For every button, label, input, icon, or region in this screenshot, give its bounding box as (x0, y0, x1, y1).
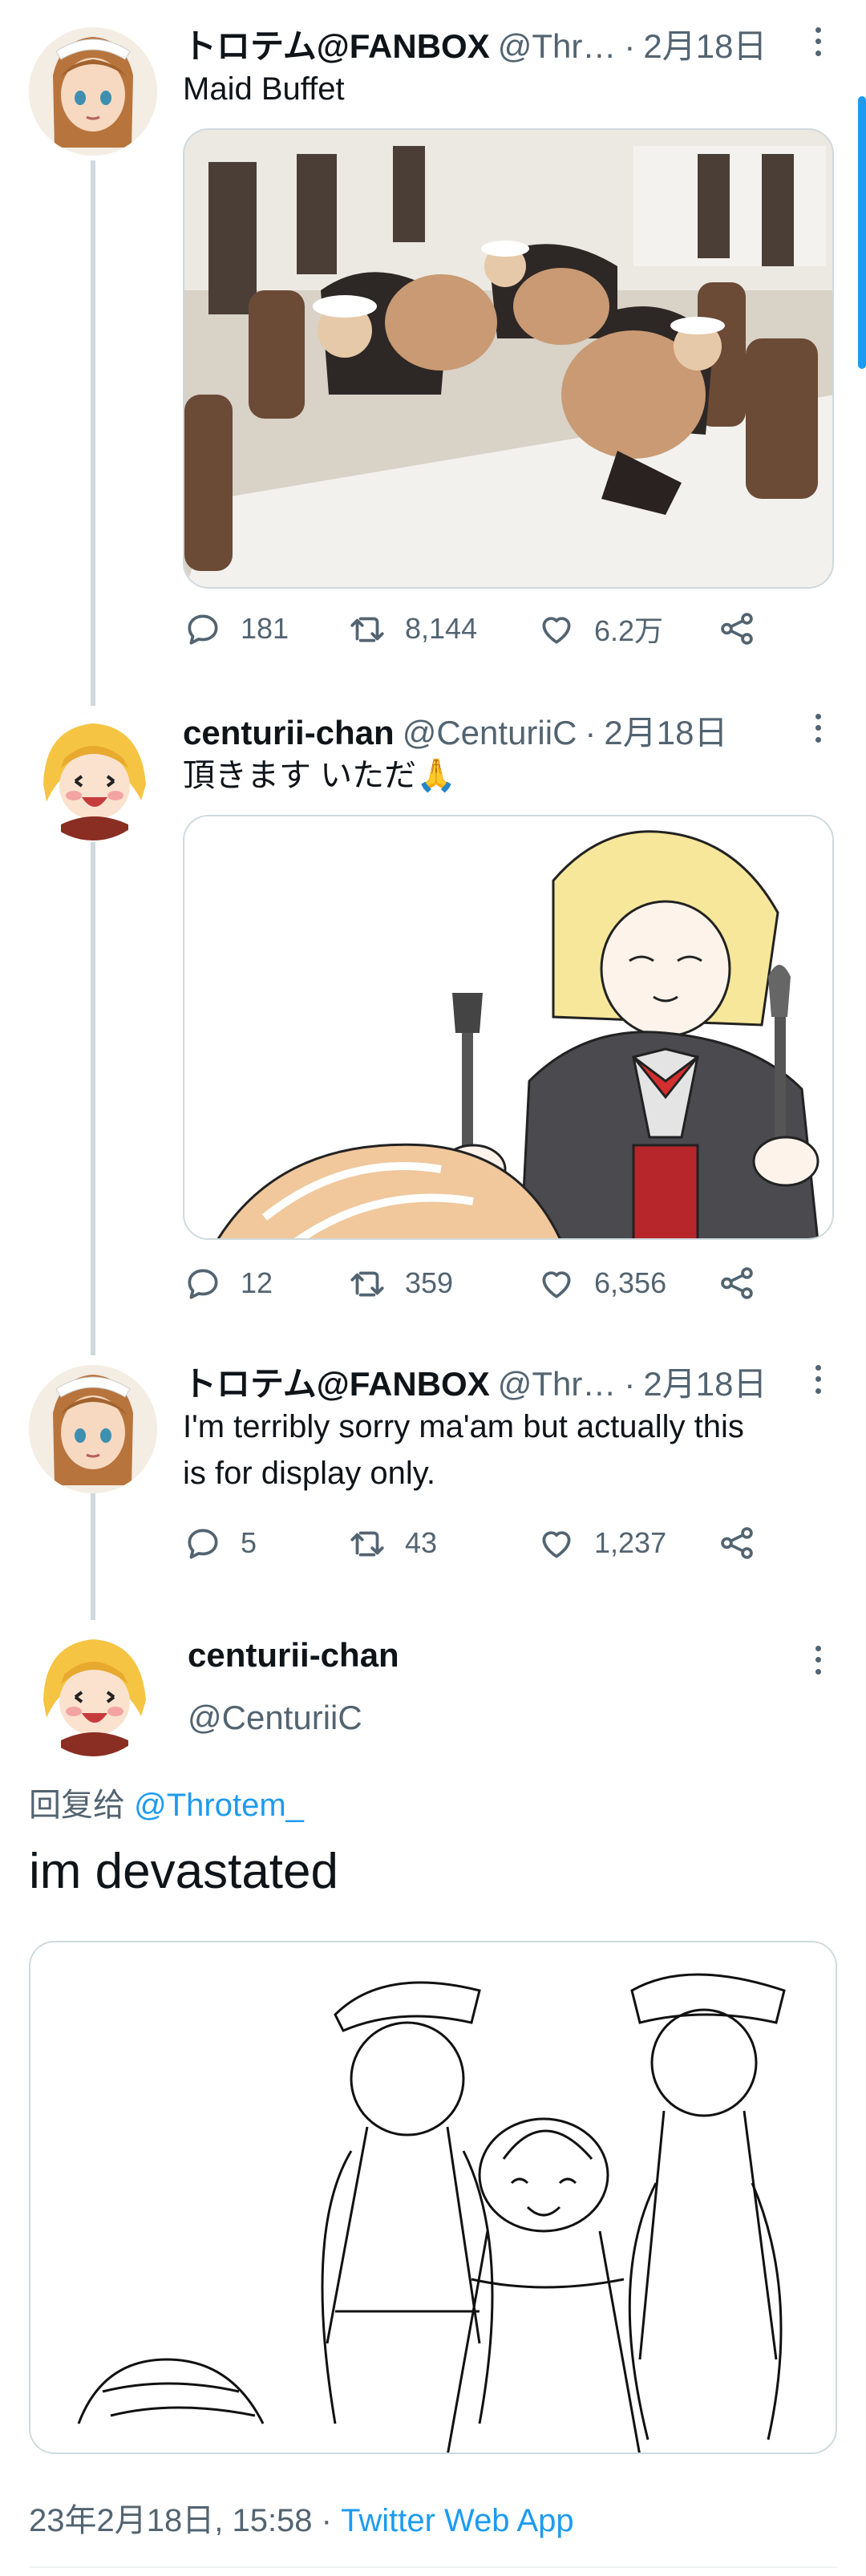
like-count: 6,356 (594, 1266, 667, 1299)
more-vertical-icon[interactable] (802, 1362, 834, 1397)
retweet-button[interactable]: 359 (347, 1263, 536, 1303)
separator-dot: · (624, 1365, 636, 1402)
thread-page: トロテム@FANBOX @Thr… · 2月18日 Maid Buffet 18… (0, 0, 866, 2576)
reply-count: 181 (241, 612, 289, 645)
separator-dot: · (585, 714, 597, 751)
tweet-actions: 12 359 6,356 (183, 1259, 834, 1307)
avatar[interactable] (29, 712, 157, 840)
retweet-icon (350, 1271, 384, 1297)
reply-icon (188, 614, 218, 645)
like-count: 6.2万 (594, 614, 664, 647)
heart-icon (542, 617, 571, 644)
separator-dot: · (624, 27, 636, 64)
user-handle[interactable]: @Thr… (498, 1365, 617, 1402)
divider (29, 2566, 837, 2568)
maid-buffet-illustration (184, 130, 832, 587)
heart-icon (542, 1531, 571, 1558)
heart-icon (542, 1271, 571, 1298)
thread-line (91, 160, 95, 706)
more-vertical-icon[interactable] (802, 24, 834, 59)
tweet-text: I'm terribly sorry ma'am but actually th… (183, 1403, 834, 1497)
more-vertical-icon[interactable] (802, 1642, 834, 1678)
tweet-text-line: is for display only. (183, 1456, 435, 1491)
tweet-text-line: I'm terribly sorry ma'am but actually th… (183, 1409, 744, 1444)
retweet-count: 359 (405, 1266, 454, 1299)
tweet-actions: 5 43 1,237 (183, 1519, 834, 1567)
reply-context: 回复给 @Throtem_ (29, 1779, 304, 1825)
tweet-actions: 181 8,144 6.2万 (183, 605, 834, 653)
like-button[interactable]: 1,237 (536, 1523, 717, 1563)
share-button[interactable] (717, 1523, 757, 1563)
tweet-source[interactable]: Twitter Web App (341, 2503, 574, 2538)
focused-tweet: centurii-chan @CenturiiC 回复给 @Throtem_ i… (0, 1620, 866, 2576)
tweet-timestamp[interactable]: 23年2月18日, 15:58 · (29, 2503, 332, 2538)
share-button[interactable] (717, 1263, 757, 1303)
tweet-image[interactable] (183, 815, 834, 1240)
tweet-image[interactable] (29, 1941, 837, 2454)
reply-icon (188, 1269, 218, 1299)
retweet-count: 8,144 (405, 612, 478, 645)
retweet-count: 43 (405, 1526, 438, 1559)
display-name[interactable]: トロテム@FANBOX (183, 1357, 490, 1402)
reply-count: 12 (241, 1266, 273, 1299)
tweet-header: トロテム@FANBOX @Thr… · 2月18日 (183, 1357, 834, 1402)
share-icon (721, 1527, 753, 1559)
share-button[interactable] (717, 609, 757, 649)
reply-button[interactable]: 5 (183, 1523, 347, 1563)
reply-icon (188, 1529, 218, 1559)
retweet-button[interactable]: 43 (347, 1523, 536, 1563)
retweet-button[interactable]: 8,144 (347, 609, 536, 649)
display-name[interactable]: トロテム@FANBOX (183, 19, 490, 64)
scrollbar[interactable] (858, 96, 866, 369)
avatar[interactable] (29, 1628, 157, 1756)
fork-and-knife-illustration (184, 816, 832, 1238)
tweet-text: im devastated (29, 1844, 338, 1899)
tweet-meta: 23年2月18日, 15:58 · Twitter Web App (29, 2494, 574, 2541)
like-count: 1,237 (594, 1526, 667, 1559)
thread-line (91, 1492, 95, 1620)
display-name[interactable]: centurii-chan (183, 714, 395, 751)
tweet-text: 頂きます いただ🙏 (183, 758, 456, 793)
tweet-date[interactable]: 2月18日 (604, 706, 727, 751)
reply-prefix: 回复给 (29, 1788, 125, 1823)
thread-line (91, 842, 95, 1355)
tweet-header: centurii-chan @CenturiiC · 2月18日 (183, 706, 834, 751)
crying-maids-sketch (30, 1942, 836, 2452)
user-handle[interactable]: @CenturiiC (403, 714, 577, 751)
reply-button[interactable]: 12 (183, 1263, 347, 1303)
share-icon (721, 613, 753, 645)
user-handle[interactable]: @CenturiiC (188, 1699, 362, 1737)
user-handle[interactable]: @Thr… (498, 27, 617, 64)
tweet-header: トロテム@FANBOX @Thr… · 2月18日 (183, 19, 834, 64)
more-vertical-icon[interactable] (802, 711, 834, 746)
reply-count: 5 (241, 1526, 257, 1559)
avatar[interactable] (29, 1365, 157, 1493)
tweet-image[interactable] (183, 128, 834, 589)
tweet-text: Maid Buffet (183, 71, 345, 107)
share-icon (721, 1267, 753, 1299)
reply-mention[interactable]: @Throtem_ (134, 1788, 304, 1823)
retweet-icon (350, 1531, 384, 1557)
avatar[interactable] (29, 27, 157, 156)
tweet-date[interactable]: 2月18日 (643, 19, 767, 64)
tweet-date[interactable]: 2月18日 (643, 1357, 767, 1402)
like-button[interactable]: 6,356 (536, 1263, 717, 1303)
display-name[interactable]: centurii-chan (188, 1636, 399, 1675)
retweet-icon (350, 617, 384, 642)
like-button[interactable]: 6.2万 (536, 608, 717, 650)
reply-button[interactable]: 181 (183, 609, 347, 649)
